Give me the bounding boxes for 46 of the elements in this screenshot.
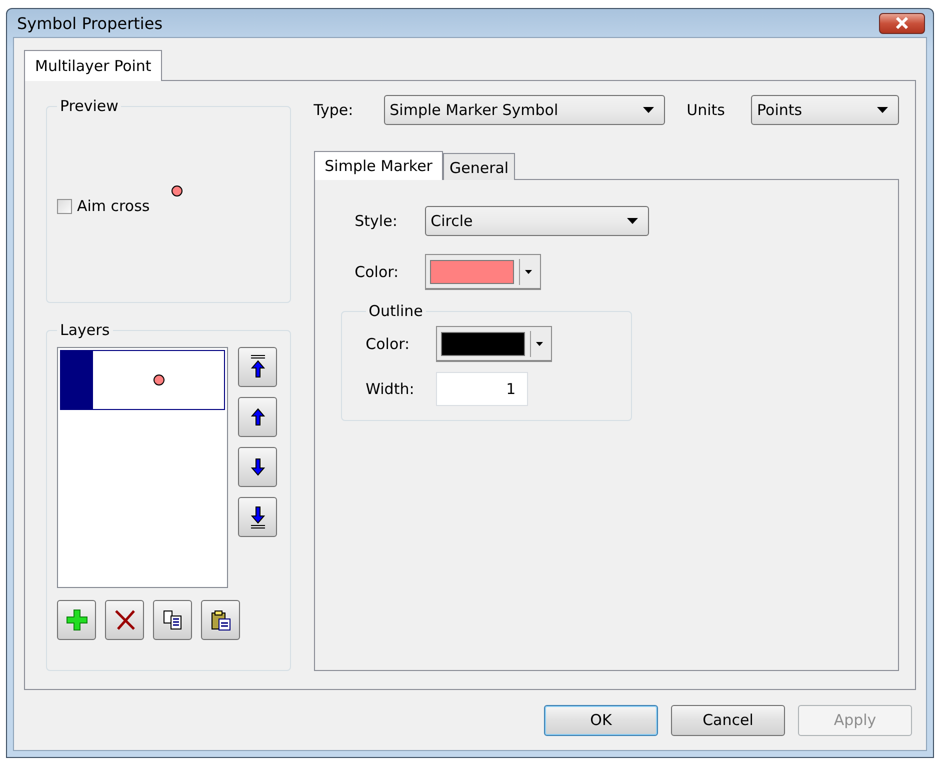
checkbox-label[interactable]: Aim cross	[77, 197, 150, 215]
marker-icon	[152, 374, 164, 386]
window-title: Symbol Properties	[17, 14, 163, 32]
style-dropdown[interactable]: Circle	[424, 206, 649, 236]
paste-icon	[210, 609, 232, 631]
field-label: Type:	[314, 101, 354, 119]
group-title: Preview	[59, 97, 120, 115]
move-to-top-button[interactable]	[238, 347, 277, 387]
checkbox[interactable]	[57, 198, 72, 214]
dialog-button[interactable]: OK	[544, 704, 658, 736]
dropdown-arrow-icon	[642, 107, 654, 113]
delete-layer-button[interactable]	[105, 600, 144, 640]
move-up-button[interactable]	[238, 397, 277, 437]
copy-button[interactable]	[153, 600, 192, 640]
field-label: Color:	[354, 263, 400, 281]
group-title: Outline	[368, 302, 424, 320]
add-layer-button[interactable]	[57, 600, 96, 640]
field-label: Width:	[366, 380, 416, 398]
units-dropdown[interactable]: Points	[751, 95, 899, 125]
dialog-tab[interactable]: Multilayer Point	[24, 50, 162, 81]
dialog-button[interactable]: Cancel	[671, 704, 785, 736]
dropdown-arrow-icon	[536, 342, 543, 346]
close-button[interactable]	[879, 12, 925, 34]
type-dropdown[interactable]: Simple Marker Symbol	[384, 95, 665, 125]
move-down-button[interactable]	[238, 447, 277, 487]
delete-icon	[114, 609, 136, 631]
move-to-bottom-button[interactable]	[238, 497, 277, 537]
close-icon	[895, 17, 909, 29]
symbol-tab[interactable]: General	[443, 153, 515, 180]
marker-preview-icon	[171, 185, 184, 197]
symbol-tab[interactable]: Simple Marker	[314, 151, 444, 180]
color-picker[interactable]	[424, 254, 541, 290]
layer-list[interactable]	[57, 347, 228, 588]
color-picker[interactable]	[436, 326, 552, 362]
field-label: Style:	[354, 212, 398, 230]
field-label: Color:	[366, 335, 411, 353]
field-label: Units	[686, 101, 725, 119]
dropdown-arrow-icon	[877, 107, 888, 113]
layer-item[interactable]	[60, 350, 225, 410]
dropdown-arrow-icon	[524, 270, 532, 274]
dropdown-arrow-icon	[626, 218, 638, 224]
copy-icon	[162, 609, 184, 631]
width-field[interactable]: 1	[436, 372, 528, 406]
paste-button[interactable]	[201, 600, 240, 640]
plus-icon	[64, 608, 88, 632]
group-title: Layers	[59, 321, 111, 339]
